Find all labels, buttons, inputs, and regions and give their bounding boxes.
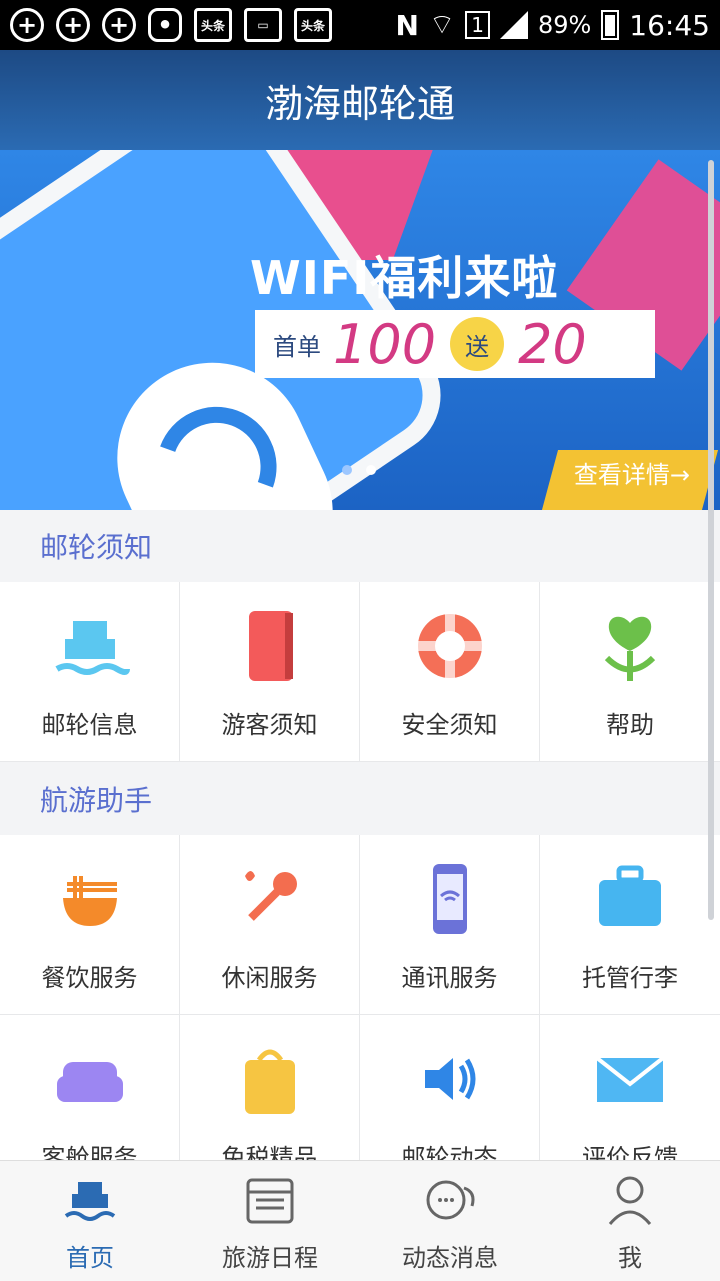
battery-percent: 89% [537,11,592,39]
plus-icon: + [10,8,44,42]
phone-wifi-icon [407,856,493,942]
wifi-icon: ⌔ [428,7,456,41]
section-header-voyage-assistant: 航游助手 [0,763,720,835]
shopping-bag-icon [227,1036,313,1122]
noodle-bowl-icon [47,856,133,942]
tab-label: 首页 [66,1243,114,1272]
carousel-dot-active [366,465,376,475]
view-details-link[interactable]: 查看详情→ [574,455,690,490]
clock: 16:45 [629,8,710,42]
tile-leisure-service[interactable]: 休闲服务 [180,835,360,1015]
app-title-bar: 渤海邮轮通 [0,50,720,150]
microphone-icon [227,856,313,942]
image-icon: ▭ [244,8,282,42]
bonus-amount: 20 [518,312,587,376]
status-bar: + + + • 头条 ▭ 头条 N ⌔ 1 89% 16:45 [0,0,720,50]
tile-visitor-notice[interactable]: 游客须知 [180,582,360,762]
offer-amount: 100 [333,312,437,376]
plus-circle-icon: + [102,8,136,42]
first-order-label: 首单 [273,332,321,361]
ship-icon [47,603,133,689]
tile-luggage-storage[interactable]: 托管行李 [540,835,720,1015]
tile-label: 通讯服务 [401,964,498,992]
toutiao-icon: 头条 [194,8,232,42]
user-icon [600,1170,660,1230]
nfc-icon: N [395,8,419,42]
tile-communication-service[interactable]: 通讯服务 [360,835,540,1015]
tab-itinerary[interactable]: 旅游日程 [180,1161,360,1281]
sim-icon: 1 [465,11,490,39]
tile-cruise-info[interactable]: 邮轮信息 [0,582,180,762]
tile-label: 邮轮信息 [41,711,138,739]
tile-help[interactable]: 帮助 [540,582,720,762]
tile-label: 托管行李 [582,964,678,992]
tab-label: 我 [618,1243,642,1272]
lifebuoy-icon [407,603,493,689]
book-icon [227,603,313,689]
gift-badge: 送 [450,317,505,371]
section-header-cruise-notice: 邮轮须知 [0,510,720,582]
system-icons: N ⌔ 1 89% 16:45 [395,8,710,43]
promo-banner[interactable]: WIFI福利来啦 首单 100 送 20 查看详情→ [0,150,720,510]
toutiao-icon: 头条 [294,8,332,42]
voyage-assistant-grid: 餐饮服务 休闲服务 通讯服务 托管行李 客舱服务 免税精品 邮轮动态 评价反馈 [0,835,720,1195]
ship-icon [60,1170,120,1230]
tile-safety-notice[interactable]: 安全须知 [360,582,540,762]
bottom-tab-bar: 首页 旅游日程 动态消息 我 [0,1160,720,1281]
page-title: 渤海邮轮通 [264,81,455,126]
tab-label: 旅游日程 [222,1243,318,1272]
section-title: 航游助手 [40,784,153,817]
tile-label: 休闲服务 [221,964,318,992]
scrollbar[interactable] [708,160,714,920]
notification-icons: + + + • 头条 ▭ 头条 [10,8,332,42]
tile-label: 游客须知 [221,711,318,739]
tile-label: 帮助 [606,711,654,739]
chat-icon [420,1170,480,1230]
carousel-dot [342,465,352,475]
calendar-icon [240,1170,300,1230]
battery-icon [601,10,620,40]
section-title: 邮轮须知 [40,531,153,564]
tab-me[interactable]: 我 [540,1161,720,1281]
plant-heart-icon [587,603,673,689]
robot-icon: • [148,8,182,42]
speaker-icon [407,1036,493,1122]
suitcase-icon [587,856,673,942]
sofa-icon [47,1036,133,1122]
cruise-notice-grid: 邮轮信息 游客须知 安全须知 帮助 [0,582,720,762]
signal-icon [499,11,528,39]
plus-circle-icon: + [56,8,90,42]
tile-label: 餐饮服务 [41,964,138,992]
tile-dining-service[interactable]: 餐饮服务 [0,835,180,1015]
tab-news[interactable]: 动态消息 [360,1161,540,1281]
tile-label: 安全须知 [401,711,498,739]
mail-icon [587,1036,673,1122]
tab-home[interactable]: 首页 [0,1161,180,1281]
banner-title: WIFI福利来啦 [250,251,559,305]
tab-label: 动态消息 [402,1243,498,1272]
offer-panel: 首单 100 送 20 [255,310,655,378]
